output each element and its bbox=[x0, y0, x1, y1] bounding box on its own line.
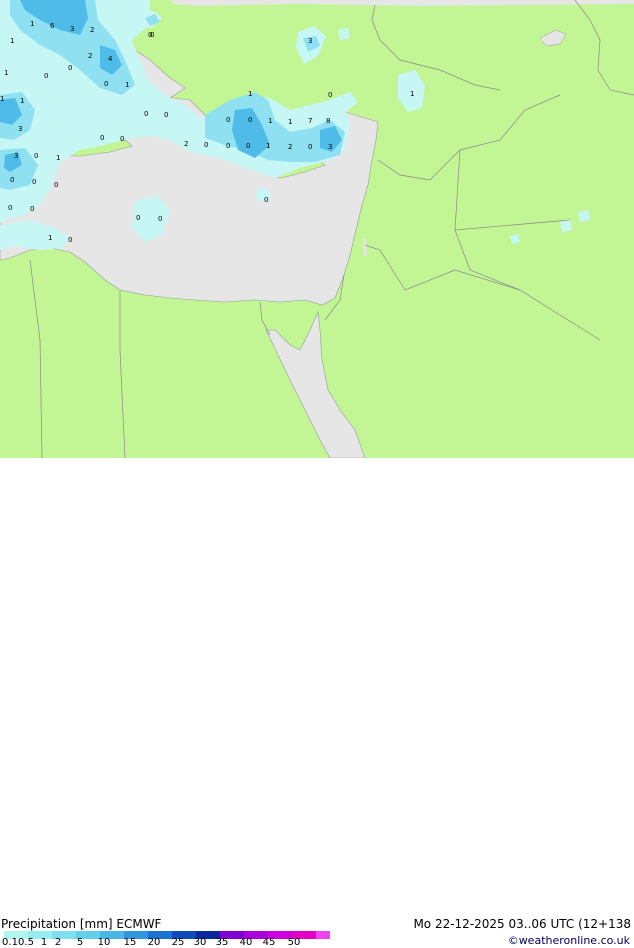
precip-scale-ticks: 0.1 0.5 1 2 5 10 15 20 25 30 35 40 45 50 bbox=[0, 938, 330, 948]
precip-label: 1 bbox=[4, 69, 8, 77]
precip-label: 3 bbox=[308, 37, 312, 45]
precip-label: 0 bbox=[246, 142, 250, 150]
scale-tick-label: 30 bbox=[193, 937, 207, 948]
precip-label: 1 bbox=[30, 20, 34, 28]
precip-label: 0 bbox=[144, 110, 148, 118]
precip-label: 0 bbox=[120, 135, 124, 143]
precip-label: 7 bbox=[308, 117, 312, 125]
precip-label: 0 bbox=[204, 141, 208, 149]
scale-tick-label: 2 bbox=[54, 937, 62, 948]
precip-label: 2 bbox=[90, 26, 94, 34]
forecast-datetime: Mo 22-12-2025 03..06 UTC (12+138 bbox=[413, 917, 631, 931]
scale-tick-label: 10 bbox=[97, 937, 111, 948]
precip-label: 0 bbox=[328, 91, 332, 99]
scale-tick-label: 0.1 bbox=[2, 937, 18, 948]
precip-label: 0 bbox=[308, 143, 312, 151]
precip-label: 1 bbox=[266, 142, 270, 150]
precip-label: 3 bbox=[14, 152, 18, 160]
precip-label: 0 bbox=[100, 134, 104, 142]
precip-label: 1 bbox=[0, 95, 4, 103]
scale-tick-label: 0.5 bbox=[18, 937, 34, 948]
source-credit: ©weatheronline.co.uk bbox=[507, 934, 630, 947]
precip-label: 1 bbox=[20, 97, 24, 105]
scale-tick-label: 20 bbox=[147, 937, 161, 948]
precip-label: 0 bbox=[226, 142, 230, 150]
precip-label: 1 bbox=[48, 234, 52, 242]
precip-label: 1 bbox=[10, 37, 14, 45]
precip-label: 0 bbox=[32, 178, 36, 186]
precip-label: 0 bbox=[148, 31, 152, 39]
scale-tick-label: 5 bbox=[76, 937, 84, 948]
precip-label: 8 bbox=[326, 117, 330, 125]
precip-label: 0 bbox=[10, 176, 14, 184]
precip-label: 0 bbox=[68, 64, 72, 72]
precip-label: 1 bbox=[410, 90, 414, 98]
precip-label: 0 bbox=[264, 196, 268, 204]
scale-tick-label: 25 bbox=[171, 937, 185, 948]
scale-tick-label: 50 bbox=[287, 937, 301, 948]
precip-label: 2 bbox=[184, 140, 188, 148]
precip-label: 1 bbox=[288, 118, 292, 126]
scale-tick-label: 1 bbox=[40, 937, 48, 948]
precip-label: 6 bbox=[50, 22, 55, 30]
precip-label: 1 bbox=[268, 117, 272, 125]
precip-label: 0 bbox=[68, 236, 72, 244]
precip-label: 0 bbox=[158, 215, 162, 223]
precip-label: 1 bbox=[125, 81, 129, 89]
precip-label: 0 bbox=[44, 72, 48, 80]
precip-label: 3 bbox=[18, 125, 22, 133]
precip-label: 4 bbox=[108, 55, 113, 63]
precip-label: 0 bbox=[104, 80, 108, 88]
scale-tick-label: 40 bbox=[239, 937, 253, 948]
precip-label: 0 bbox=[226, 116, 230, 124]
map-footer: Precipitation [mm] ECMWF Mo 22-12-2025 0… bbox=[0, 458, 634, 948]
scale-tick-label: 15 bbox=[123, 937, 137, 948]
precip-label: 0 bbox=[136, 214, 140, 222]
scale-tick-label: 35 bbox=[215, 937, 229, 948]
precip-label: 0 bbox=[34, 152, 38, 160]
precip-label: 0 bbox=[8, 204, 12, 212]
precip-label: 3 bbox=[70, 25, 74, 33]
precip-label: 0 bbox=[164, 111, 168, 119]
precip-label: 1 bbox=[248, 90, 252, 98]
precip-label: 0 bbox=[30, 205, 34, 213]
precipitation-map: 1 6 3 2 0 1 2 4 0 1 0 0 1 1 1 0 0 3 0 0 … bbox=[0, 0, 634, 458]
scale-tick-label: 45 bbox=[262, 937, 276, 948]
precip-label: 0 bbox=[54, 181, 58, 189]
map-title: Precipitation [mm] ECMWF bbox=[1, 917, 162, 931]
precip-label: 2 bbox=[288, 143, 292, 151]
precip-label: 1 bbox=[56, 154, 60, 162]
precip-label: 2 bbox=[88, 52, 92, 60]
precip-label: 0 bbox=[248, 116, 252, 124]
precip-label: 3 bbox=[328, 143, 332, 151]
